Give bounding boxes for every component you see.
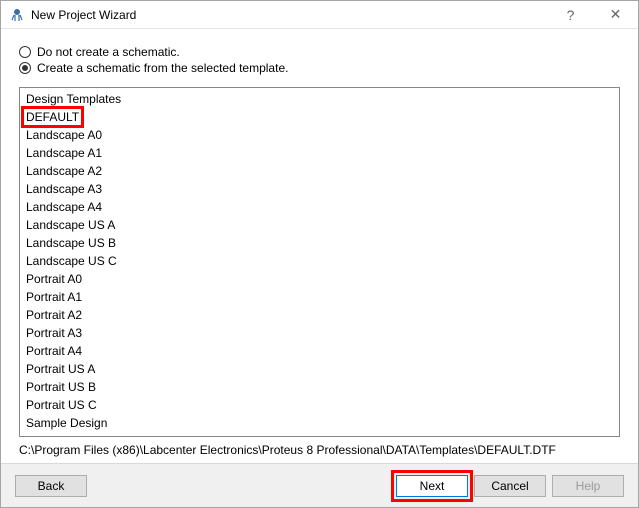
help-button[interactable]: Help	[552, 475, 624, 497]
titlebar: New Project Wizard ? ✕	[1, 1, 638, 29]
list-item[interactable]: Portrait US A	[24, 361, 615, 377]
radio-no-schematic[interactable]: Do not create a schematic.	[19, 45, 620, 59]
radio-icon	[19, 46, 31, 58]
cancel-button[interactable]: Cancel	[474, 475, 546, 497]
list-item-label: Landscape A0	[26, 127, 102, 143]
list-item-label: Portrait A1	[26, 289, 82, 305]
list-item[interactable]: DEFAULT	[24, 109, 615, 125]
list-item-label: Portrait A4	[26, 343, 82, 359]
close-control[interactable]: ✕	[593, 1, 638, 28]
wizard-body: Do not create a schematic. Create a sche…	[1, 29, 638, 463]
list-item-label: Portrait A3	[26, 325, 82, 341]
list-item-label: Portrait US B	[26, 379, 96, 395]
list-item-label: Portrait A0	[26, 271, 82, 287]
list-item[interactable]: Portrait A0	[24, 271, 615, 287]
list-item-label: DEFAULT	[24, 109, 81, 125]
list-item[interactable]: Landscape US C	[24, 253, 615, 269]
list-item[interactable]: Landscape A4	[24, 199, 615, 215]
list-item-label: Landscape US A	[26, 217, 115, 233]
list-item[interactable]: Landscape US B	[24, 235, 615, 251]
list-item-label: Portrait US A	[26, 361, 95, 377]
list-item-label: Sample Design	[26, 415, 107, 431]
list-item[interactable]: Landscape A2	[24, 163, 615, 179]
list-item[interactable]: Portrait A2	[24, 307, 615, 323]
window-title: New Project Wizard	[31, 8, 548, 22]
list-item-label: Landscape A3	[26, 181, 102, 197]
list-item[interactable]: Landscape US A	[24, 217, 615, 233]
list-item-label: Portrait US C	[26, 397, 97, 413]
list-item-label: Landscape A2	[26, 163, 102, 179]
list-item-label: Portrait A2	[26, 307, 82, 323]
list-item[interactable]: Portrait A4	[24, 343, 615, 359]
template-path: C:\Program Files (x86)\Labcenter Electro…	[19, 443, 620, 457]
template-listbox[interactable]: Design Templates DEFAULT Landscape A0 Land…	[19, 87, 620, 437]
list-item-label: Landscape US B	[26, 235, 116, 251]
app-icon	[9, 7, 25, 23]
list-item[interactable]: Portrait US B	[24, 379, 615, 395]
wizard-window: New Project Wizard ? ✕ Do not create a s…	[0, 0, 639, 508]
radio-icon	[19, 62, 31, 74]
list-item[interactable]: Landscape A0	[24, 127, 615, 143]
list-item-label: Landscape A4	[26, 199, 102, 215]
window-controls: ? ✕	[548, 1, 638, 28]
list-item[interactable]: Landscape A1	[24, 145, 615, 161]
list-item-label: Landscape US C	[26, 253, 117, 269]
next-button[interactable]: Next	[396, 475, 468, 497]
button-bar: Back Next Cancel Help	[1, 463, 638, 507]
radio-no-schematic-label: Do not create a schematic.	[37, 45, 180, 59]
list-header: Design Templates	[24, 90, 615, 108]
back-button[interactable]: Back	[15, 475, 87, 497]
list-item[interactable]: Portrait A3	[24, 325, 615, 341]
radio-from-template[interactable]: Create a schematic from the selected tem…	[19, 61, 620, 75]
list-item[interactable]: Portrait US C	[24, 397, 615, 413]
list-item[interactable]: Landscape A3	[24, 181, 615, 197]
help-control[interactable]: ?	[548, 1, 593, 28]
radio-from-template-label: Create a schematic from the selected tem…	[37, 61, 288, 75]
list-item[interactable]: Portrait A1	[24, 289, 615, 305]
list-item-label: Landscape A1	[26, 145, 102, 161]
list-item[interactable]: Sample Design	[24, 415, 615, 431]
